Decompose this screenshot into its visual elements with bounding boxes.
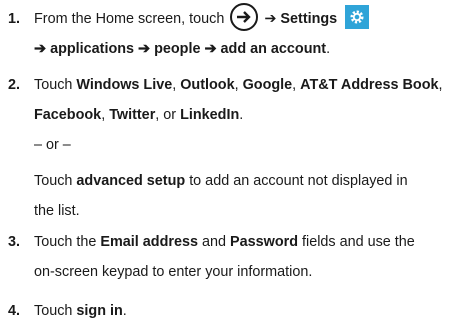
punctuation: .	[122, 303, 127, 319]
applications-label: applications	[50, 41, 135, 57]
outlook-label: Outlook	[180, 77, 235, 93]
or-separator: – or –	[34, 137, 71, 153]
advanced-setup-label: advanced setup	[76, 173, 186, 189]
punctuation: .	[326, 41, 331, 57]
password-label: Password	[230, 234, 298, 250]
separator: ,	[234, 77, 243, 93]
circle-arrow-icon	[230, 3, 259, 32]
step-text: Touch the	[34, 234, 97, 250]
gear-icon	[345, 5, 370, 30]
step-number: 2.	[8, 77, 21, 93]
linkedin-label: LinkedIn	[180, 107, 240, 123]
separator: ,	[438, 77, 443, 93]
punctuation: .	[239, 107, 244, 123]
separator: ,	[292, 77, 301, 93]
settings-label: Settings	[280, 11, 338, 27]
att-address-book-label: AT&T Address Book	[300, 77, 439, 93]
instruction-list: 1. From the Home screen, touch ➔ Setting…	[0, 0, 466, 332]
add-account-label: add an account	[220, 41, 327, 57]
google-label: Google	[242, 77, 293, 93]
separator: ,	[101, 107, 110, 123]
step-number: 1.	[8, 11, 21, 27]
sign-in-label: sign in	[76, 303, 123, 319]
step-text: the list.	[34, 203, 80, 219]
step-text: Touch	[34, 303, 73, 319]
arrow-glyph: ➔	[34, 41, 47, 57]
people-label: people	[154, 41, 201, 57]
arrow-glyph: ➔	[264, 11, 277, 27]
step-text: or	[163, 107, 177, 123]
windows-live-label: Windows Live	[76, 77, 173, 93]
arrow-glyph: ➔	[138, 41, 151, 57]
step-text: Touch	[34, 173, 73, 189]
facebook-label: Facebook	[34, 107, 102, 123]
step-text: to add an account not displayed in	[189, 173, 408, 189]
twitter-label: Twitter	[109, 107, 156, 123]
step-text: From the Home screen, touch	[34, 11, 225, 27]
step-text: on-screen keypad to enter your informati…	[34, 264, 313, 280]
email-address-label: Email address	[100, 234, 198, 250]
step-number: 3.	[8, 234, 21, 250]
step-text: Touch	[34, 77, 73, 93]
arrow-glyph: ➔	[204, 41, 217, 57]
step-number: 4.	[8, 303, 21, 319]
step-text: and	[202, 234, 227, 250]
step-text: fields and use the	[302, 234, 415, 250]
